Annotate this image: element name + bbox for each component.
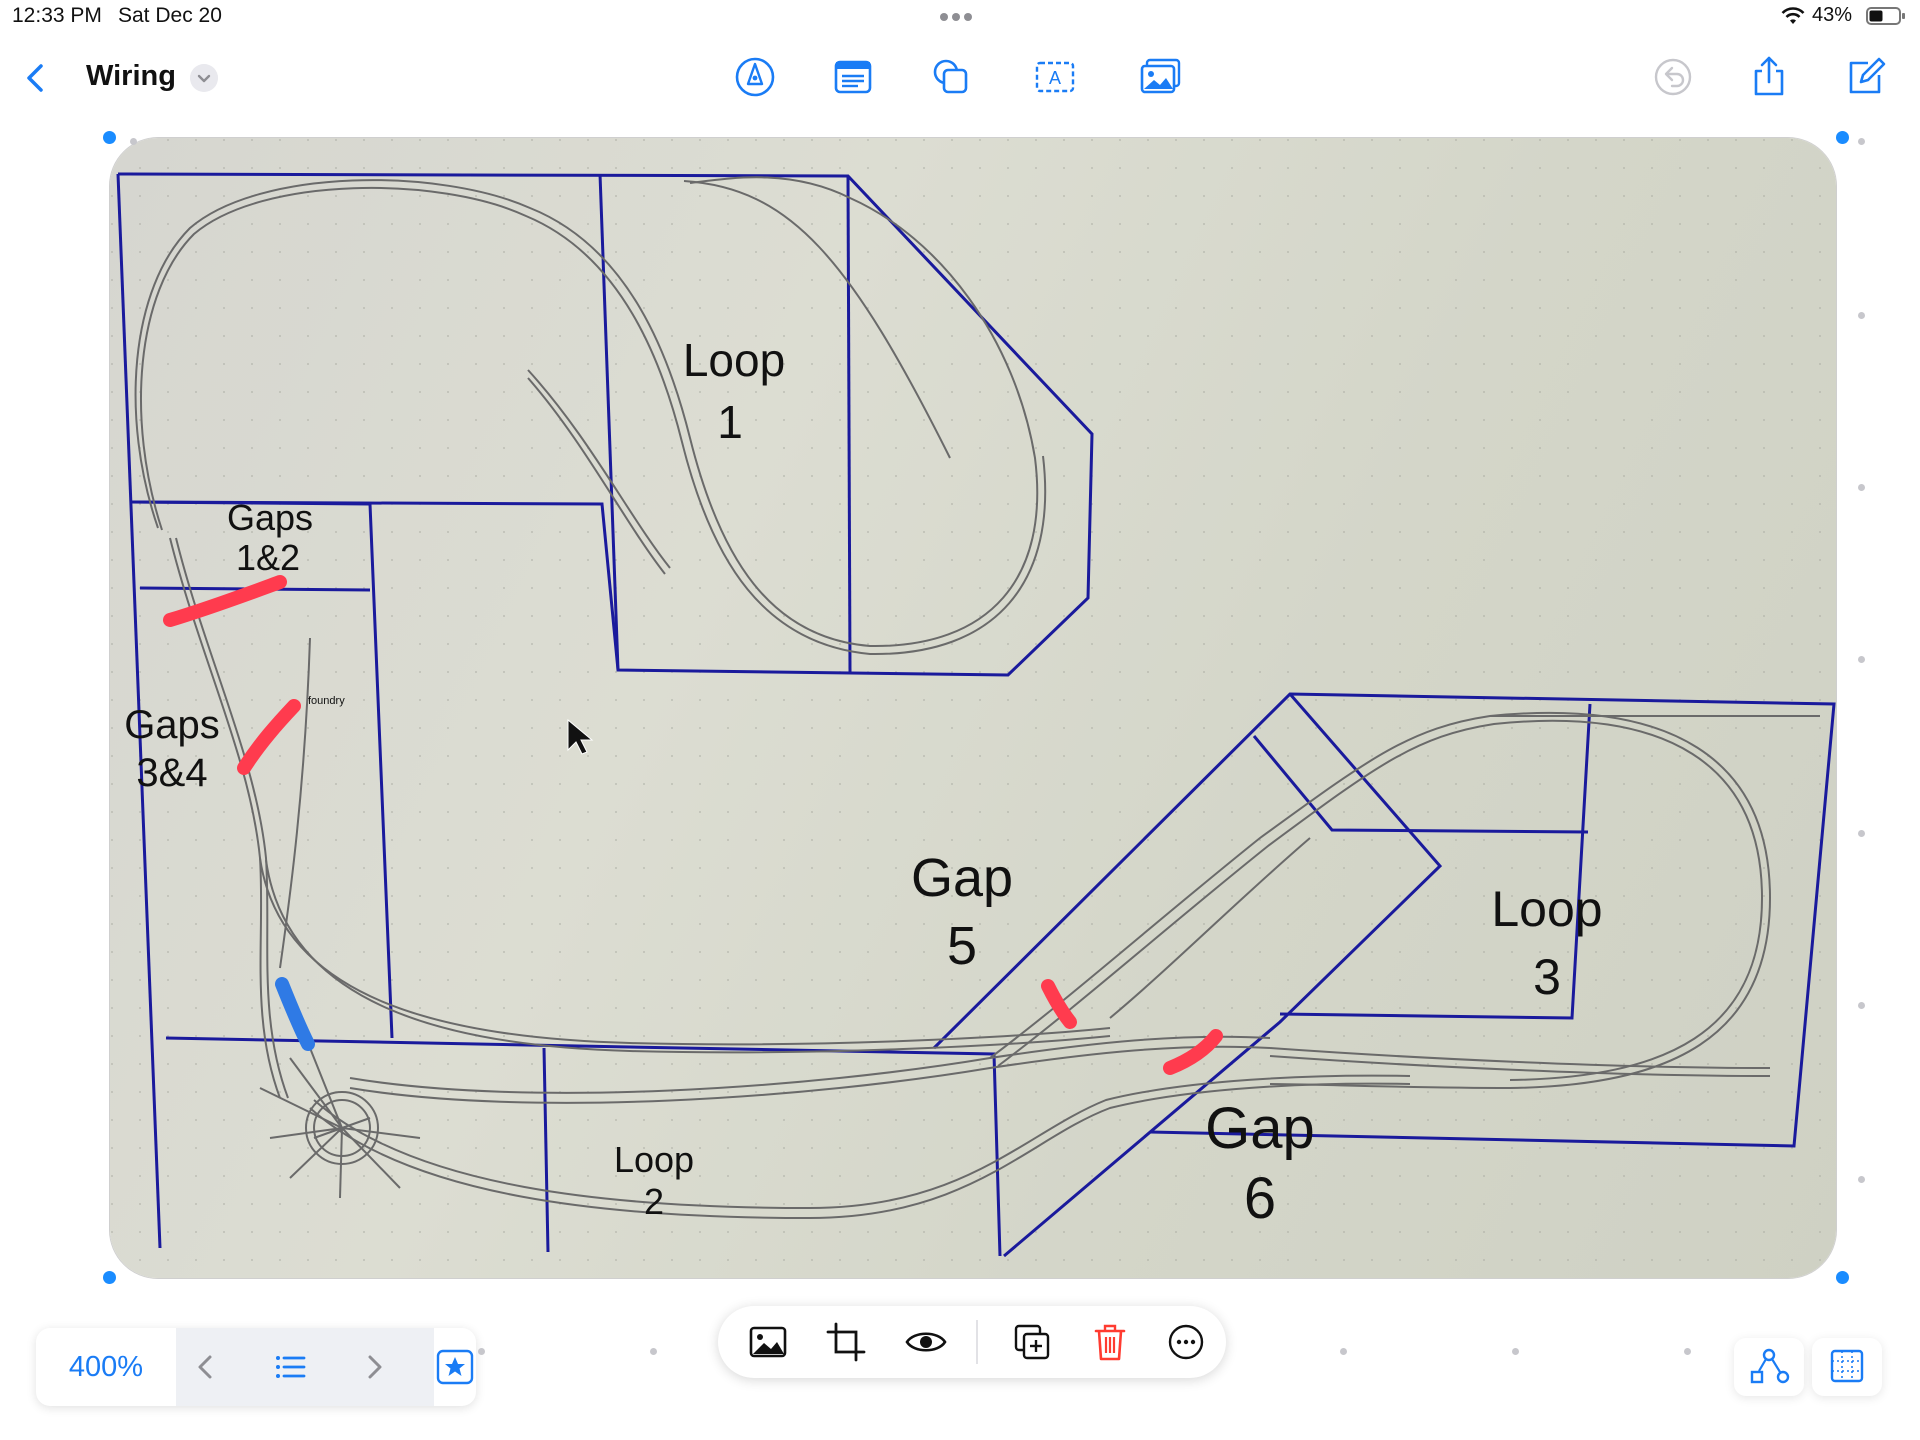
canvas-grid-dot (130, 138, 137, 145)
label-gap5-number: 5 (947, 916, 977, 976)
eye-icon[interactable] (904, 1320, 948, 1364)
grid-icon (1830, 1349, 1864, 1383)
label-gaps12-word: Gaps (227, 497, 313, 538)
label-loop1-word: Loop (683, 334, 785, 386)
canvas-grid-dot (1858, 484, 1865, 491)
label-gaps12-number: 1&2 (236, 537, 300, 578)
layout-photo[interactable]: Loop 1 Gaps 1&2 Gaps 3&4 foundry Gap 5 L… (110, 138, 1836, 1278)
share-icon[interactable] (1746, 54, 1792, 100)
chevron-down-icon[interactable] (190, 64, 218, 92)
canvas-grid-dot (1858, 656, 1865, 663)
canvas-grid-dot (1858, 1176, 1865, 1183)
label-loop2-word: Loop (614, 1139, 694, 1180)
duplicate-icon[interactable] (1010, 1320, 1054, 1364)
pen-icon[interactable] (732, 54, 778, 100)
action-separator (976, 1320, 978, 1364)
canvas-grid-dot (478, 1348, 485, 1355)
status-date: Sat Dec 20 (118, 4, 222, 27)
label-gap6-word: Gap (1205, 1096, 1315, 1161)
canvas-grid-dot (1858, 830, 1865, 837)
toolbar: Wiring A (0, 44, 1920, 110)
label-gap6-number: 6 (1244, 1166, 1276, 1231)
shapes-icon[interactable] (928, 54, 974, 100)
grid-button[interactable] (1812, 1338, 1882, 1396)
label-loop2-number: 2 (644, 1181, 664, 1222)
canvas-grid-dot (1858, 312, 1865, 319)
connection-icon (1750, 1348, 1790, 1384)
resize-handle-bottom-left[interactable] (103, 1271, 116, 1284)
label-gaps34-number: 3&4 (136, 751, 207, 795)
trash-icon[interactable] (1088, 1320, 1132, 1364)
canvas-grid-dot (1858, 1002, 1865, 1009)
scene-navigator (176, 1328, 434, 1406)
label-gaps34-word: Gaps (124, 703, 220, 747)
text-icon[interactable]: A (1032, 54, 1078, 100)
status-time: 12:33 PM (12, 4, 102, 27)
document-title[interactable]: Wiring (86, 60, 176, 93)
label-gap5-word: Gap (911, 848, 1013, 908)
canvas-grid-dot (650, 1348, 657, 1355)
previous-scene-button[interactable] (186, 1347, 226, 1387)
battery-percent: 43% (1812, 4, 1853, 26)
undo-icon[interactable] (1650, 54, 1696, 100)
connection-lines-button[interactable] (1734, 1338, 1804, 1396)
wifi-icon (1781, 7, 1805, 24)
label-loop3-word: Loop (1491, 881, 1602, 937)
add-scene-star-icon[interactable] (434, 1328, 476, 1406)
text-box-icon[interactable] (830, 54, 876, 100)
svg-text:A: A (1049, 68, 1061, 88)
next-scene-button[interactable] (354, 1347, 394, 1387)
media-icon[interactable] (1138, 54, 1184, 100)
resize-handle-bottom-right[interactable] (1836, 1271, 1849, 1284)
status-bar: 12:33 PM Sat Dec 20 43% (0, 0, 1920, 36)
image-icon[interactable] (746, 1320, 790, 1364)
label-loop3-number: 3 (1533, 949, 1561, 1005)
compose-icon[interactable] (1842, 54, 1888, 100)
label-loop1-number: 1 (717, 396, 743, 448)
resize-handle-top-right[interactable] (1836, 131, 1849, 144)
resize-handle-top-left[interactable] (103, 131, 116, 144)
zoom-level[interactable]: 400% (36, 1328, 176, 1406)
canvas-grid-dot (1684, 1348, 1691, 1355)
selection-action-bar (718, 1306, 1226, 1378)
multitasking-dots-icon[interactable] (940, 8, 984, 21)
label-foundry: foundry (308, 695, 345, 707)
back-button[interactable] (16, 58, 56, 98)
more-icon[interactable] (1164, 1320, 1208, 1364)
canvas-grid-dot (1512, 1348, 1519, 1355)
scene-list-icon[interactable] (270, 1347, 310, 1387)
battery-icon (1866, 7, 1905, 25)
canvas-grid-dot (1858, 138, 1865, 145)
crop-icon[interactable] (824, 1320, 868, 1364)
canvas-grid-dot (1340, 1348, 1347, 1355)
track-plan-drawing: Loop 1 Gaps 1&2 Gaps 3&4 foundry Gap 5 L… (110, 138, 1836, 1278)
zoom-navigation-group: 400% (36, 1328, 476, 1406)
